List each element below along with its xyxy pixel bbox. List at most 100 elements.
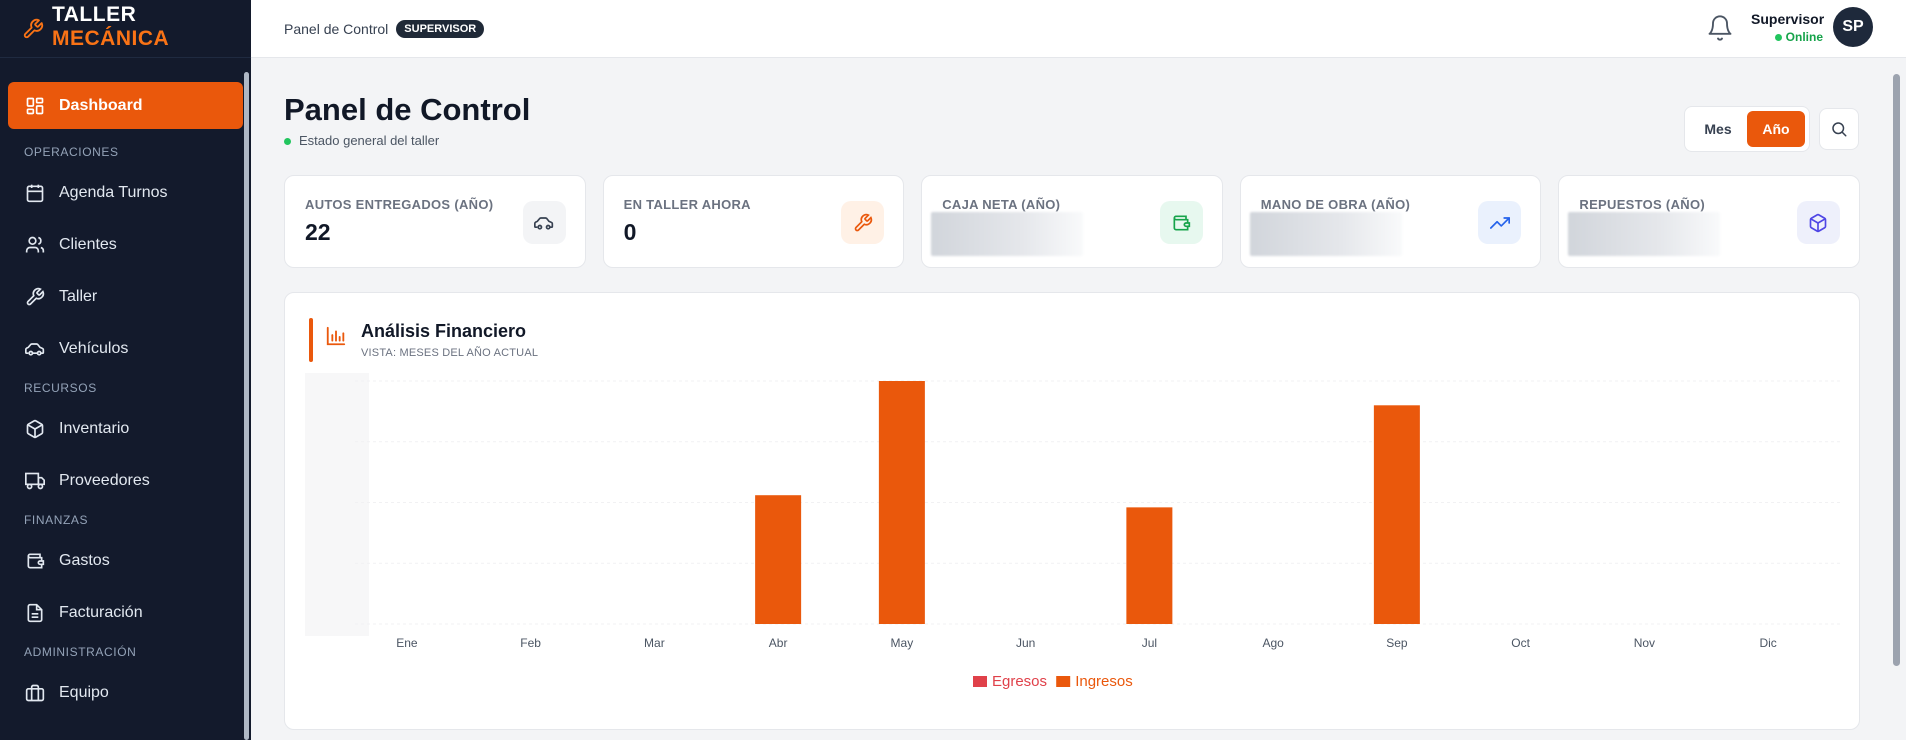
sidebar-item-proveedores[interactable]: Proveedores [8,457,243,504]
grid-icon [26,97,44,114]
sidebar: TALLER MECÁNICA Dashboard OPERACIONES Ag… [0,0,251,740]
toggle-anio-button[interactable]: Año [1747,111,1805,147]
bar-ingresos-abr[interactable] [755,495,802,624]
wallet-icon [1159,201,1203,244]
kpi-card-caja-neta: CAJA NETA (AÑO) [921,175,1223,268]
financial-bar-chart: Ene Feb Mar Abr May Jun Jul Ago Sep Oct Nov Dic Egre… [305,373,1840,690]
sidebar-item-label: Gastos [59,551,110,569]
kpi-card-en-taller: EN TALLER AHORA 0 [602,175,905,268]
sidebar-item-label: Taller [59,287,98,305]
search-button[interactable] [1819,108,1859,150]
bar-ingresos-may[interactable] [878,381,925,624]
search-icon [1832,122,1847,137]
sidebar-item-gastos[interactable]: Gastos [8,537,243,584]
sidebar-item-label: Agenda Turnos [59,183,168,201]
bell-icon[interactable] [1706,14,1734,42]
truck-icon [25,472,45,489]
user-status: Online [1751,30,1823,44]
section-heading-administracion: ADMINISTRACIÓN [24,645,137,659]
brand[interactable]: TALLER MECÁNICA [0,0,251,58]
legend-label[interactable]: Egresos [992,673,1047,690]
kpi-card-repuestos: REPUESTOS (AÑO) [1558,175,1860,268]
role-badge: SUPERVISOR [396,19,485,38]
kpi-label: CAJA NETA (AÑO) [942,197,1061,212]
x-tick-label: May [891,636,914,650]
sidebar-item-dashboard[interactable]: Dashboard [8,82,243,129]
x-tick-label: Ene [396,636,418,650]
legend-label[interactable]: Ingresos [1075,673,1133,690]
kpi-value: 22 [305,219,331,245]
sidebar-scrollbar[interactable] [244,72,249,740]
kpi-row: AUTOS ENTREGADOS (AÑO) 22 EN TALLER AHOR… [284,175,1860,268]
section-heading-operaciones: OPERACIONES [24,145,119,159]
redacted-value [931,212,1084,256]
file-icon [27,603,43,622]
x-tick-label: Oct [1511,636,1530,650]
user-name: Supervisor [1751,11,1825,27]
sidebar-item-label: Vehículos [59,339,129,357]
x-tick-label: Sep [1386,636,1408,650]
sidebar-item-clientes[interactable]: Clientes [8,221,243,268]
legend-swatch [1056,676,1071,687]
page-scrollbar[interactable] [1893,74,1900,666]
hover-highlight [305,373,369,636]
briefcase-icon [25,684,45,701]
sidebar-item-label: Clientes [59,235,117,253]
x-tick-label: Jun [1016,636,1035,650]
x-tick-label: Mar [644,636,665,650]
bar-ingresos-sep[interactable] [1373,405,1420,624]
wrench-icon [26,287,45,305]
x-tick-label: Feb [520,636,541,650]
x-tick-label: Jul [1142,636,1157,650]
x-tick-label: Abr [769,636,788,650]
sidebar-item-label: Proveedores [59,471,150,489]
wallet-icon [27,553,45,568]
wrench-icon [841,201,885,244]
cube-icon [1796,201,1840,244]
toggle-mes-button[interactable]: Mes [1689,111,1747,147]
section-heading-finanzas: FINANZAS [24,513,89,527]
kpi-value: 0 [623,219,637,245]
sidebar-item-facturacion[interactable]: Facturación [8,589,243,636]
sidebar-item-vehiculos[interactable]: Vehículos [8,325,243,372]
sidebar-item-label: Dashboard [59,96,143,114]
page-title: Panel de Control [284,92,531,127]
sidebar-item-agenda-turnos[interactable]: Agenda Turnos [8,169,243,216]
brand-name: TALLER [52,2,137,26]
users-icon [25,236,45,252]
sidebar-item-taller[interactable]: Taller [8,273,243,320]
trending-up-icon [1478,201,1522,244]
kpi-label: AUTOS ENTREGADOS (AÑO) [305,197,494,212]
topbar: Panel de Control SUPERVISOR Supervisor O… [251,0,1906,58]
kpi-card-autos-entregados: AUTOS ENTREGADOS (AÑO) 22 [284,175,586,268]
box-icon [26,419,44,438]
main-content: Panel de Control Estado general del tall… [251,58,1887,740]
calendar-icon [26,184,44,202]
kpi-label: EN TALLER AHORA [623,197,751,212]
brand-subname: MECÁNICA [52,26,170,50]
sidebar-item-label: Inventario [59,419,130,437]
kpi-label: REPUESTOS (AÑO) [1579,197,1705,212]
chart-card-analisis-financiero: Análisis Financiero VISTA: MESES DEL AÑO… [284,292,1860,730]
wrench-icon [23,18,44,38]
sidebar-item-label: Equipo [59,683,109,701]
car-icon [25,342,45,356]
period-toggle: Mes Año [1684,106,1810,152]
bar-ingresos-jul[interactable] [1126,507,1173,624]
section-heading-recursos: RECURSOS [24,381,97,395]
car-icon [522,201,566,244]
sidebar-item-inventario[interactable]: Inventario [8,405,243,452]
redacted-value [1249,212,1402,256]
sidebar-item-equipo[interactable]: Equipo [8,669,243,716]
redacted-value [1568,212,1721,256]
page-subtitle: Estado general del taller [284,133,439,148]
breadcrumb: Panel de Control [284,20,389,37]
x-tick-label: Dic [1759,636,1776,650]
avatar[interactable]: SP [1833,7,1873,47]
kpi-card-mano-de-obra: MANO DE OBRA (AÑO) [1239,175,1542,268]
sidebar-nav: Dashboard OPERACIONES Agenda Turnos Clie… [0,58,251,716]
x-tick-label: Ago [1262,636,1284,650]
x-tick-label: Nov [1634,636,1655,650]
sidebar-item-label: Facturación [59,603,143,621]
kpi-label: MANO DE OBRA (AÑO) [1260,197,1411,212]
